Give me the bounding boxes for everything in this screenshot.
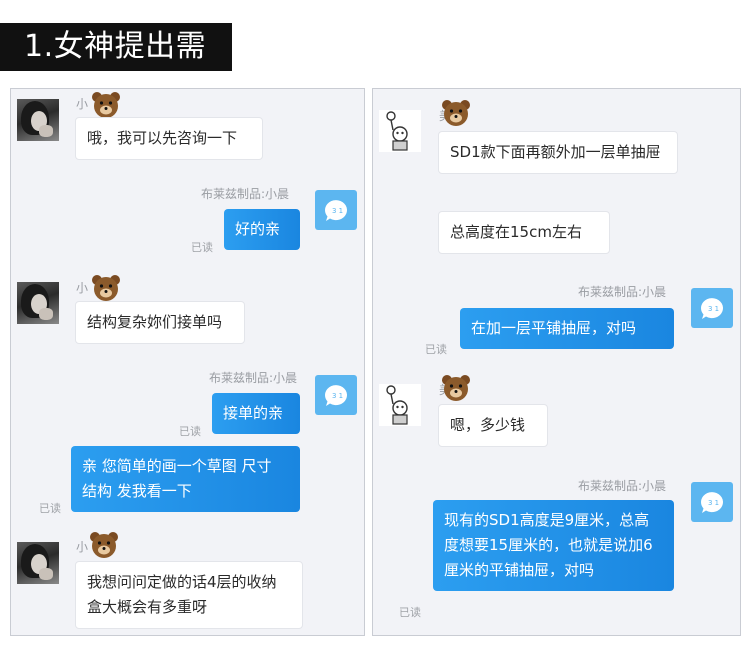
sender-name: 布莱兹制品:小晨 [578, 285, 667, 299]
svg-text:3 1: 3 1 [332, 392, 343, 400]
chat-panel-right: 美 SD1款下面再额外加一层单抽屉 总高度在15cm左右 布莱兹制品:小晨 3 … [372, 88, 741, 636]
message-bubble-incoming: 我想问问定做的话4层的收纳盒大概会有多重呀 [75, 561, 303, 629]
sketch-character-icon [386, 111, 408, 151]
sender-name: 布莱兹制品:小晨 [201, 187, 290, 201]
agent-avatar[interactable]: 3 1 [315, 190, 357, 230]
customer-avatar[interactable] [17, 99, 59, 141]
agent-avatar[interactable]: 3 1 [315, 375, 357, 415]
message-bubble-outgoing: 在加一层平铺抽屉，对吗 [460, 308, 674, 349]
agent-avatar[interactable]: 3 1 [691, 288, 733, 328]
read-receipt: 已读 [425, 343, 447, 356]
sender-name: 布莱兹制品:小晨 [578, 479, 667, 493]
chat-bubble-logo-icon: 3 1 [701, 492, 723, 513]
customer-avatar[interactable] [379, 384, 421, 426]
message-bubble-incoming: 嗯，多少钱 [438, 404, 548, 447]
message-bubble-outgoing: 亲 您简单的画一个草图 尺寸 结构 发我看一下 [71, 446, 300, 512]
read-receipt: 已读 [399, 606, 421, 619]
read-receipt: 已读 [179, 425, 201, 438]
chat-panel-left: 小 哦，我可以先咨询一下 布莱兹制品:小晨 3 1 好的亲 已读 小 结构复杂妳… [10, 88, 365, 636]
customer-avatar[interactable] [379, 110, 421, 152]
message-bubble-incoming: SD1款下面再额外加一层单抽屉 [438, 131, 678, 174]
message-bubble-incoming: 哦，我可以先咨询一下 [75, 117, 263, 160]
read-receipt: 已读 [39, 502, 61, 515]
bear-sticker-icon [92, 275, 120, 301]
bear-sticker-icon [90, 532, 118, 558]
message-bubble-incoming: 结构复杂妳们接单吗 [75, 301, 245, 344]
sketch-character-icon [386, 385, 408, 425]
sender-name: 布莱兹制品:小晨 [209, 371, 298, 385]
svg-text:3 1: 3 1 [708, 499, 719, 507]
bear-sticker-icon [92, 92, 120, 118]
sender-name: 小 [76, 97, 89, 111]
svg-text:3 1: 3 1 [332, 207, 343, 215]
chat-bubble-logo-icon: 3 1 [701, 298, 723, 319]
page-banner-title: 1.女神提出需求 [0, 23, 232, 112]
customer-avatar[interactable] [17, 542, 59, 584]
sender-name: 小 [76, 281, 89, 295]
customer-avatar[interactable] [17, 282, 59, 324]
bear-sticker-icon [442, 100, 470, 126]
read-receipt: 已读 [191, 241, 213, 254]
agent-avatar[interactable]: 3 1 [691, 482, 733, 522]
chat-bubble-logo-icon: 3 1 [325, 200, 347, 221]
bear-sticker-icon [442, 375, 470, 401]
message-bubble-outgoing: 好的亲 [224, 209, 300, 250]
message-bubble-incoming: 总高度在15cm左右 [438, 211, 610, 254]
sender-name: 小 [76, 540, 89, 554]
message-bubble-outgoing: 接单的亲 [212, 393, 300, 434]
chat-bubble-logo-icon: 3 1 [325, 385, 347, 406]
message-bubble-outgoing: 现有的SD1高度是9厘米，总高度想要15厘米的，也就是说加6厘米的平铺抽屉，对吗 [433, 500, 674, 591]
svg-text:3 1: 3 1 [708, 305, 719, 313]
